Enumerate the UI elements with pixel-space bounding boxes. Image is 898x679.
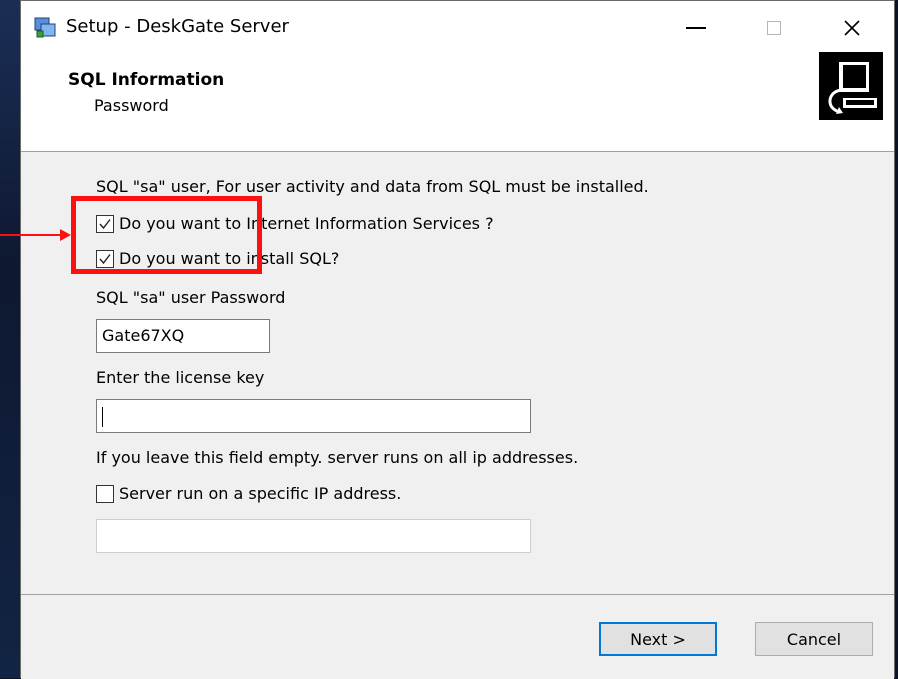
page-subtitle: Password: [94, 96, 169, 115]
close-button[interactable]: [818, 1, 886, 55]
password-field[interactable]: Gate67XQ: [96, 319, 270, 353]
close-icon: [844, 20, 860, 36]
license-label: Enter the license key: [96, 368, 265, 387]
password-label: SQL "sa" user Password: [96, 288, 286, 307]
setup-window: Setup - DeskGate Server SQL Information …: [20, 0, 895, 679]
wizard-header: SQL Information Password: [21, 52, 894, 152]
annotation-arrow-icon: [60, 229, 71, 241]
computer-icon: [819, 52, 883, 120]
ip-checkbox[interactable]: [96, 485, 114, 503]
title-bar[interactable]: Setup - DeskGate Server: [21, 1, 894, 55]
sql-description: SQL "sa" user, For user activity and dat…: [96, 177, 649, 196]
license-key-field[interactable]: [96, 399, 531, 433]
ip-address-field[interactable]: [96, 519, 531, 553]
text-cursor: [102, 406, 103, 427]
next-button[interactable]: Next >: [599, 622, 717, 656]
cancel-button[interactable]: Cancel: [755, 622, 873, 656]
desktop-background: [0, 0, 20, 678]
minimize-button[interactable]: [662, 1, 730, 55]
window-title: Setup - DeskGate Server: [66, 16, 289, 37]
setup-app-icon: [34, 17, 56, 38]
annotation-arrow-line: [0, 234, 62, 236]
annotation-highlight-box: [71, 196, 262, 274]
ip-checkbox-row[interactable]: Server run on a specific IP address.: [96, 484, 401, 504]
minimize-icon: [686, 27, 706, 29]
page-title: SQL Information: [68, 70, 225, 90]
ip-note: If you leave this field empty. server ru…: [96, 448, 579, 467]
wizard-footer: Next > Cancel: [21, 594, 894, 679]
ip-checkbox-label: Server run on a specific IP address.: [119, 484, 402, 503]
maximize-button[interactable]: [740, 1, 808, 55]
maximize-icon: [767, 21, 781, 35]
